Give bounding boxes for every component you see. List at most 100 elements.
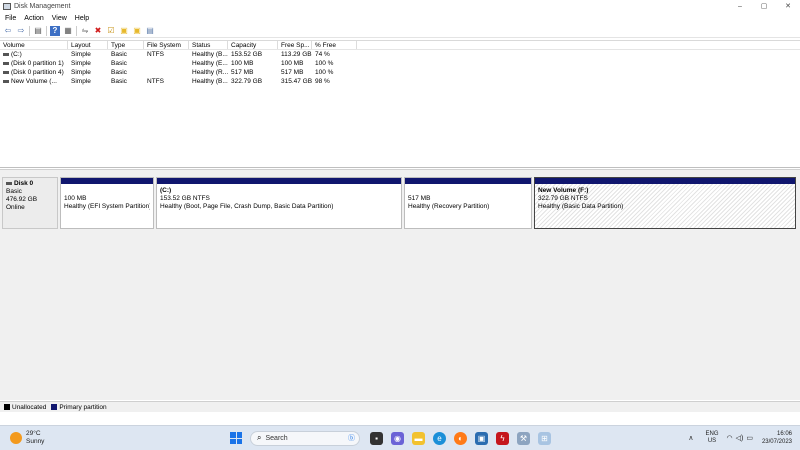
date: 23/07/2023 bbox=[761, 439, 792, 445]
menu-file[interactable]: File bbox=[5, 15, 16, 22]
edge-icon[interactable]: e bbox=[433, 431, 446, 445]
minimize-button[interactable]: – bbox=[728, 0, 752, 12]
table-row[interactable]: (C:) Simple Basic NTFS Healthy (B... 153… bbox=[0, 50, 800, 59]
disk-name: Disk 0 bbox=[14, 180, 34, 187]
file-system-cell: NTFS bbox=[147, 51, 164, 58]
chevron-up-icon[interactable]: ∧ bbox=[688, 434, 693, 442]
percent-free-cell: 100 % bbox=[315, 69, 334, 76]
weather-widget[interactable]: 29°C Sunny bbox=[10, 430, 44, 446]
help-icon[interactable]: ? bbox=[50, 25, 60, 36]
status-cell: Healthy (B... bbox=[192, 78, 228, 85]
store-icon[interactable]: ▣ bbox=[475, 431, 488, 445]
partition-body: 100 MB Healthy (EFI System Partition) bbox=[61, 184, 153, 214]
start-button[interactable] bbox=[230, 432, 242, 444]
properties-icon[interactable]: ▦ bbox=[63, 26, 73, 36]
connect-icon[interactable]: ⇋ bbox=[80, 26, 90, 36]
table-row[interactable]: (Disk 0 partition 4) Simple Basic Health… bbox=[0, 68, 800, 77]
language-indicator[interactable]: ENG US bbox=[706, 431, 719, 445]
disk-label[interactable]: Disk 0 Basic 476.92 GB Online bbox=[2, 177, 58, 229]
layout-cell: Simple bbox=[71, 60, 91, 67]
partition-new-volume-f[interactable]: New Volume (F:) 322.79 GB NTFS Healthy (… bbox=[534, 177, 796, 229]
unallocated-swatch bbox=[4, 404, 10, 410]
partition-body: (C:) 153.52 GB NTFS Healthy (Boot, Page … bbox=[157, 184, 401, 214]
toolbar-separator bbox=[76, 25, 77, 36]
partition-size: 100 MB bbox=[64, 195, 87, 202]
partition-name: New Volume (F:) bbox=[538, 187, 589, 194]
partition-size: 322.79 GB NTFS bbox=[538, 195, 588, 202]
search-label: Search bbox=[265, 434, 288, 442]
drive-icon bbox=[3, 52, 9, 56]
battery-icon[interactable]: ▭ bbox=[746, 434, 753, 442]
list-icon[interactable]: ▤ bbox=[145, 26, 155, 36]
table-row[interactable]: (Disk 0 partition 1) Simple Basic Health… bbox=[0, 59, 800, 68]
checklist-icon[interactable]: ☑ bbox=[106, 26, 116, 36]
partition-body: 517 MB Healthy (Recovery Partition) bbox=[405, 184, 531, 214]
status-cell: Healthy (R... bbox=[192, 69, 228, 76]
forward-icon[interactable]: ⇨ bbox=[16, 26, 26, 36]
column-header-layout[interactable]: Layout bbox=[68, 41, 108, 49]
partition-status: Healthy (Basic Data Partition) bbox=[538, 203, 624, 210]
type-cell: Basic bbox=[111, 51, 127, 58]
search-icon: ⌕ bbox=[257, 433, 262, 442]
windows-logo-icon bbox=[230, 438, 236, 444]
toolbar-separator bbox=[46, 25, 47, 36]
column-header-type[interactable]: Type bbox=[108, 41, 144, 49]
firefox-icon[interactable]: ◐ bbox=[454, 431, 467, 445]
menu-bar: File Action View Help bbox=[0, 13, 800, 23]
delete-icon[interactable]: ✖ bbox=[93, 26, 103, 36]
capacity-cell: 517 MB bbox=[231, 69, 254, 76]
maximize-button[interactable]: ▢ bbox=[752, 0, 776, 12]
folder-search-icon[interactable]: ▣ bbox=[132, 26, 142, 36]
partition-efi[interactable]: 100 MB Healthy (EFI System Partition) bbox=[60, 177, 154, 229]
weather-text: 29°C Sunny bbox=[26, 430, 44, 446]
partition-name bbox=[64, 187, 150, 195]
weather-condition: Sunny bbox=[26, 438, 45, 445]
column-header-volume[interactable]: Volume bbox=[0, 41, 68, 49]
task-view-icon[interactable]: ▪ bbox=[370, 431, 383, 445]
disk-management-taskbar-icon[interactable]: ⊞ bbox=[538, 431, 551, 445]
disk-icon bbox=[6, 181, 12, 185]
file-system-cell bbox=[144, 59, 189, 68]
volume-name: (Disk 0 partition 4) bbox=[11, 69, 64, 76]
wifi-icon[interactable]: ◠ bbox=[727, 434, 733, 442]
percent-free-cell: 100 % bbox=[315, 60, 334, 67]
partition-name bbox=[408, 187, 528, 195]
close-button[interactable]: ✕ bbox=[776, 0, 800, 12]
windows-logo-icon bbox=[236, 438, 242, 444]
free-space-cell: 315.47 GB bbox=[281, 78, 312, 85]
free-space-cell: 100 MB bbox=[281, 60, 304, 67]
legend-unallocated: Unallocated bbox=[12, 403, 47, 411]
volume-list[interactable]: Volume Layout Type File System Status Ca… bbox=[0, 40, 800, 168]
column-header-status[interactable]: Status bbox=[189, 41, 228, 49]
taskbar-search[interactable]: ⌕ Search ⓑ bbox=[250, 430, 360, 446]
partition-recovery[interactable]: 517 MB Healthy (Recovery Partition) bbox=[404, 177, 532, 229]
disk-management-app-icon bbox=[3, 2, 11, 10]
disk-size: 476.92 GB bbox=[6, 196, 38, 203]
column-header-capacity[interactable]: Capacity bbox=[228, 41, 278, 49]
table-row[interactable]: New Volume (... Simple Basic NTFS Health… bbox=[0, 77, 800, 86]
app-lightning-icon[interactable]: ϟ bbox=[496, 431, 509, 445]
legend-primary-partition: Primary partition bbox=[59, 403, 107, 411]
column-header-percent-free[interactable]: % Free bbox=[312, 41, 357, 49]
clock[interactable]: 16:06 23/07/2023 bbox=[762, 430, 792, 446]
bing-icon: ⓑ bbox=[348, 435, 355, 442]
back-icon[interactable]: ⇦ bbox=[3, 26, 13, 36]
drive-icon bbox=[3, 70, 9, 74]
partition-c[interactable]: (C:) 153.52 GB NTFS Healthy (Boot, Page … bbox=[156, 177, 402, 229]
column-header-file-system[interactable]: File System bbox=[144, 41, 189, 49]
folder-icon[interactable]: ▣ bbox=[119, 26, 129, 36]
console-tree-icon[interactable]: ▤ bbox=[33, 26, 43, 36]
volume-icon[interactable]: ◁) bbox=[736, 434, 744, 442]
app-tool-icon[interactable]: ⚒ bbox=[517, 431, 530, 445]
column-header-free-space[interactable]: Free Sp... bbox=[278, 41, 312, 49]
layout-cell: Simple bbox=[71, 78, 91, 85]
file-explorer-icon[interactable]: ▬ bbox=[412, 431, 425, 445]
menu-action[interactable]: Action bbox=[24, 15, 43, 22]
taskbar: 29°C Sunny ⌕ Search ⓑ ▪ ◉ ▬ e ◐ ▣ ϟ ⚒ ⊞ … bbox=[0, 425, 800, 450]
status-cell: Healthy (B... bbox=[192, 51, 228, 58]
window-title: Disk Management bbox=[14, 2, 71, 10]
menu-help[interactable]: Help bbox=[75, 15, 89, 22]
capacity-cell: 153.52 GB bbox=[231, 51, 263, 58]
menu-view[interactable]: View bbox=[52, 15, 67, 22]
chat-icon[interactable]: ◉ bbox=[391, 431, 404, 445]
